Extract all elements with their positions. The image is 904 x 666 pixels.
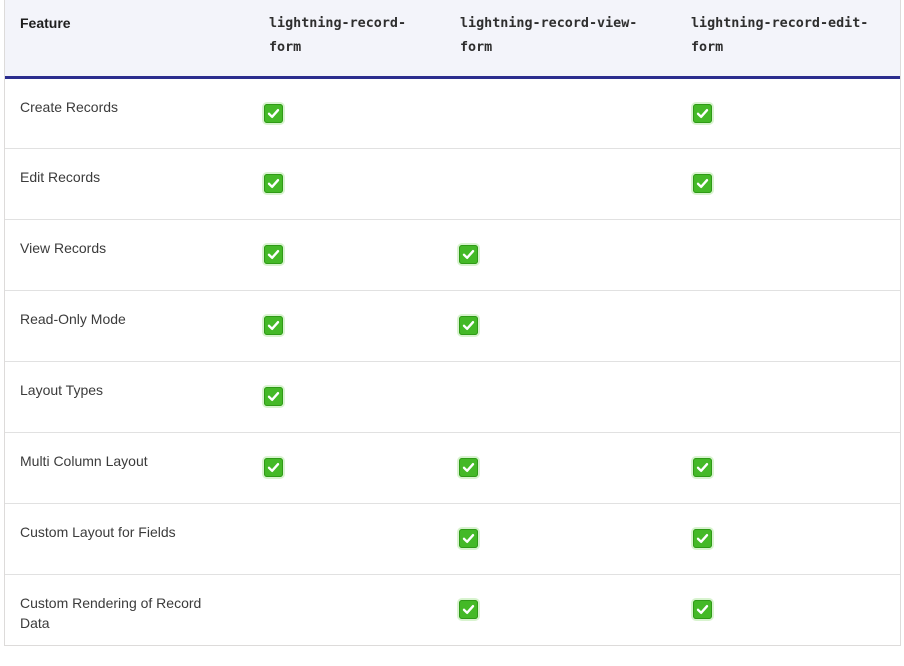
column-header-lightning-record-view-form: lightning-record-view- form: [442, 0, 673, 79]
record-form-support-cell: [247, 503, 442, 574]
feature-name-cell: Multi Column Layout: [20, 452, 148, 469]
feature-comparison-table: Feature lightning-record- form lightning…: [5, 0, 900, 645]
header-line: lightning-record-: [269, 16, 407, 31]
record-form-support-cell: [247, 574, 442, 645]
feature-name-cell: Read-Only Mode: [20, 310, 126, 327]
check-mark-icon: [264, 386, 283, 406]
check-mark-icon: [693, 528, 712, 548]
feature-name-cell: Custom Rendering of Record Data: [20, 594, 202, 631]
feature-name-cell: Edit Records: [20, 168, 101, 185]
check-mark-icon: [264, 173, 283, 193]
edit-form-support-cell: [673, 290, 900, 361]
view-form-support-cell: [442, 361, 673, 432]
check-mark-icon: [693, 599, 712, 619]
table-row: Edit Records: [5, 148, 900, 219]
check-mark-icon: [693, 103, 712, 123]
view-form-support-cell: [442, 219, 673, 290]
edit-form-support-cell: [673, 361, 900, 432]
view-form-support-cell: [442, 290, 673, 361]
edit-form-support-cell: [673, 574, 900, 645]
record-form-support-cell: [247, 77, 442, 148]
record-form-support-cell: [247, 148, 442, 219]
check-mark-icon: [459, 599, 478, 619]
edit-form-support-cell: [673, 148, 900, 219]
check-mark-icon: [264, 103, 283, 123]
view-form-support-cell: [442, 148, 673, 219]
view-form-support-cell: [442, 77, 673, 148]
edit-form-support-cell: [673, 77, 900, 148]
edit-form-support-cell: [673, 503, 900, 574]
header-line: lightning-record-view-: [460, 16, 638, 31]
table-row: Custom Rendering of Record Data: [5, 574, 900, 645]
feature-name-cell: Create Records: [20, 98, 119, 115]
edit-form-support-cell: [673, 432, 900, 503]
check-mark-icon: [264, 315, 283, 335]
feature-comparison-table-container: Feature lightning-record- form lightning…: [4, 0, 901, 646]
feature-name-cell: View Records: [20, 239, 107, 256]
check-mark-icon: [459, 315, 478, 335]
record-form-support-cell: [247, 219, 442, 290]
record-form-support-cell: [247, 290, 442, 361]
table-row: Multi Column Layout: [5, 432, 900, 503]
check-mark-icon: [459, 457, 478, 477]
table-body: Create Records Edit Records View Records…: [5, 77, 900, 645]
record-form-support-cell: [247, 361, 442, 432]
header-line: form: [460, 40, 493, 55]
table-row: Read-Only Mode: [5, 290, 900, 361]
column-header-lightning-record-form: lightning-record- form: [247, 0, 442, 79]
header-line: lightning-record-edit-: [691, 16, 869, 31]
check-mark-icon: [264, 244, 283, 264]
record-form-support-cell: [247, 432, 442, 503]
view-form-support-cell: [442, 503, 673, 574]
check-mark-icon: [693, 457, 712, 477]
check-mark-icon: [693, 173, 712, 193]
column-header-lightning-record-edit-form: lightning-record-edit- form: [673, 0, 900, 79]
table-row: Create Records: [5, 77, 900, 148]
check-mark-icon: [459, 244, 478, 264]
column-header-feature: Feature: [5, 0, 247, 79]
check-mark-icon: [264, 457, 283, 477]
view-form-support-cell: [442, 574, 673, 645]
table-row: Custom Layout for Fields: [5, 503, 900, 574]
header-line: form: [269, 40, 302, 55]
header-row: Feature lightning-record- form lightning…: [5, 0, 900, 79]
header-line: form: [691, 40, 724, 55]
feature-name-cell: Custom Layout for Fields: [20, 523, 176, 540]
table-row: View Records: [5, 219, 900, 290]
check-mark-icon: [459, 528, 478, 548]
table-row: Layout Types: [5, 361, 900, 432]
feature-name-cell: Layout Types: [20, 381, 104, 398]
table-header: Feature lightning-record- form lightning…: [5, 0, 900, 79]
view-form-support-cell: [442, 432, 673, 503]
edit-form-support-cell: [673, 219, 900, 290]
